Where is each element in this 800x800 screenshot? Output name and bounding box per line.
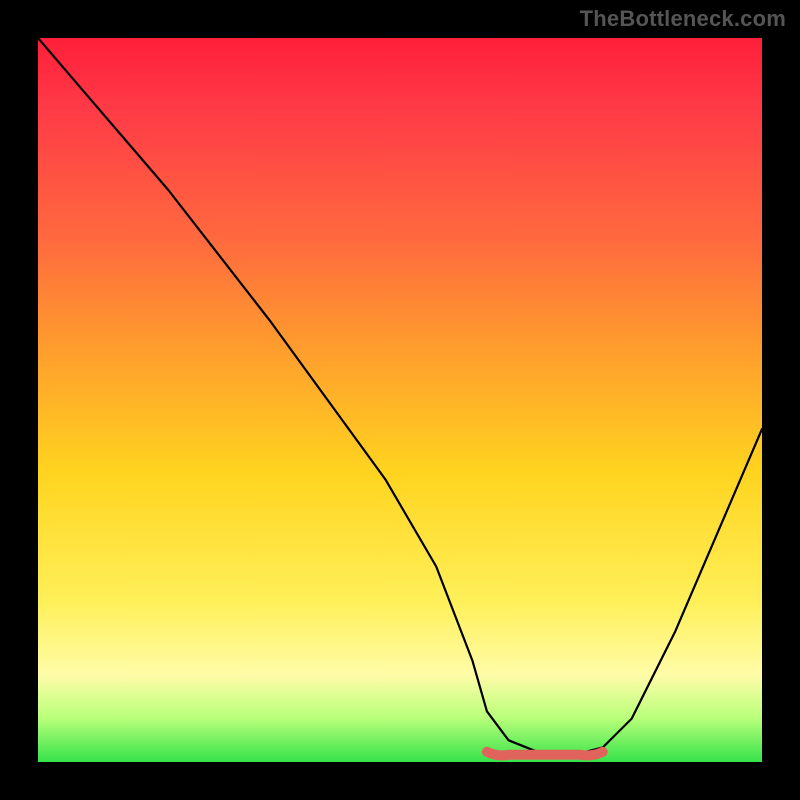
plot-area [38, 38, 762, 762]
chart-stage: TheBottleneck.com [0, 0, 800, 800]
bottleneck-curve [38, 38, 762, 755]
curve-svg [38, 38, 762, 762]
watermark-text: TheBottleneck.com [580, 6, 786, 32]
optimal-zone-highlight [487, 752, 603, 756]
